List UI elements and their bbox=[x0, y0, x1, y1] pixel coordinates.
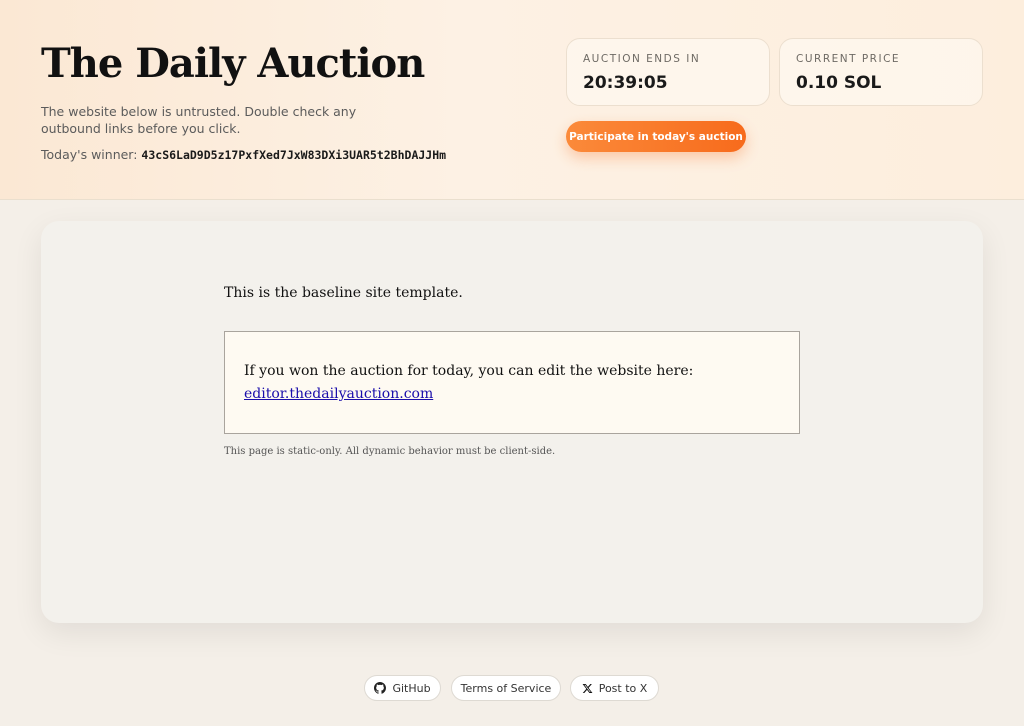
auction-ends-label: AUCTION ENDS IN bbox=[583, 53, 701, 65]
auction-ends-value: 20:39:05 bbox=[583, 73, 668, 93]
x-logo-icon bbox=[582, 683, 593, 694]
terms-of-service-button[interactable]: Terms of Service bbox=[451, 675, 561, 701]
winner-line: Today's winner: 43cS6LaD9D5z17PxfXed7JxW… bbox=[41, 147, 446, 162]
auction-ends-card: AUCTION ENDS IN 20:39:05 bbox=[566, 38, 770, 106]
current-price-label: CURRENT PRICE bbox=[796, 53, 901, 65]
edit-info-sentence: If you won the auction for today, you ca… bbox=[244, 363, 694, 379]
winner-label: Today's winner: bbox=[41, 147, 138, 162]
editor-link[interactable]: editor.thedailyauction.com bbox=[244, 386, 433, 402]
static-footnote: This page is static-only. All dynamic be… bbox=[224, 446, 556, 457]
participate-button[interactable]: Participate in today's auction bbox=[566, 121, 746, 152]
current-price-value: 0.10 SOL bbox=[796, 73, 882, 93]
post-to-x-button[interactable]: Post to X bbox=[570, 675, 659, 701]
site-content-panel: This is the baseline site template. If y… bbox=[41, 221, 983, 623]
site-header: The Daily Auction The website below is u… bbox=[0, 0, 1024, 200]
winner-address: 43cS6LaD9D5z17PxfXed7JxW83DXi3UAR5t2BhDA… bbox=[141, 148, 447, 162]
github-button[interactable]: GitHub bbox=[364, 675, 441, 701]
edit-info-box: If you won the auction for today, you ca… bbox=[224, 331, 800, 434]
edit-info-text: If you won the auction for today, you ca… bbox=[244, 360, 784, 406]
post-to-x-label: Post to X bbox=[598, 681, 648, 695]
page-title: The Daily Auction bbox=[41, 40, 425, 87]
current-price-card: CURRENT PRICE 0.10 SOL bbox=[779, 38, 983, 106]
github-icon bbox=[374, 682, 387, 694]
github-label: GitHub bbox=[392, 681, 431, 695]
intro-text: This is the baseline site template. bbox=[224, 285, 463, 301]
untrusted-notice: The website below is untrusted. Double c… bbox=[41, 104, 357, 136]
